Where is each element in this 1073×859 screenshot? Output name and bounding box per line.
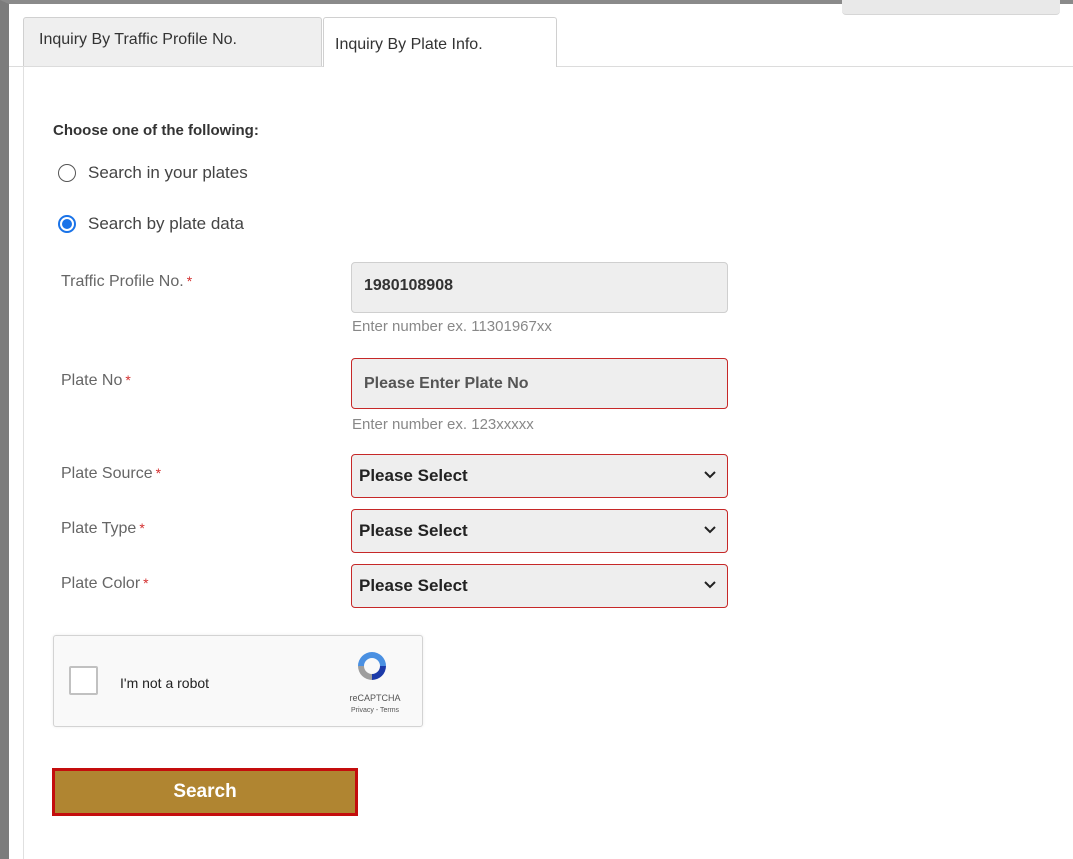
recaptcha-brand: reCAPTCHA — [349, 693, 401, 703]
option-label: Search by plate data — [88, 214, 244, 233]
plate-type-select[interactable]: Please Select — [351, 509, 728, 553]
required-mark: * — [125, 372, 131, 388]
required-mark: * — [186, 273, 193, 289]
radio-search-plate-data[interactable] — [58, 215, 76, 233]
plate-source-select[interactable]: Please Select — [351, 454, 728, 498]
plate-source-value: Please Select — [359, 466, 468, 485]
traffic-profile-hint: Enter number ex. 11301967xx — [352, 318, 552, 335]
option-search-plate-data[interactable]: Search by plate data — [58, 214, 244, 234]
plate-type-label-text: Plate Type — [61, 520, 137, 537]
required-mark: * — [155, 465, 162, 481]
recaptcha-logo-icon — [358, 652, 386, 680]
plate-color-label: Plate Color * — [61, 575, 149, 593]
chevron-down-icon — [704, 471, 716, 479]
option-search-your-plates[interactable]: Search in your plates — [58, 163, 248, 183]
tab-traffic-profile[interactable]: Inquiry By Traffic Profile No. — [23, 17, 322, 66]
traffic-profile-input[interactable]: 1980108908 — [351, 262, 728, 313]
plate-no-hint: Enter number ex. 123xxxxx — [352, 416, 534, 433]
tab-plate-info[interactable]: Inquiry By Plate Info. — [323, 17, 557, 67]
plate-no-label: Plate No * — [61, 372, 131, 390]
radio-search-your-plates[interactable] — [58, 164, 76, 182]
traffic-profile-value: 1980108908 — [364, 277, 453, 294]
plate-no-placeholder: Please Enter Plate No — [364, 375, 529, 392]
recaptcha-checkbox[interactable] — [69, 666, 98, 695]
chevron-down-icon — [704, 526, 716, 534]
plate-source-label-text: Plate Source — [61, 465, 153, 482]
recaptcha-widget: I'm not a robot reCAPTCHA Privacy - Term… — [53, 635, 423, 727]
option-label: Search in your plates — [88, 163, 248, 182]
plate-color-value: Please Select — [359, 576, 468, 595]
required-mark: * — [143, 575, 149, 591]
plate-color-label-text: Plate Color — [61, 575, 141, 592]
traffic-profile-label: Traffic Profile No. * — [61, 273, 192, 291]
traffic-profile-label-text: Traffic Profile No. — [61, 273, 184, 290]
plate-type-label: Plate Type * — [61, 520, 145, 538]
plate-color-select[interactable]: Please Select — [351, 564, 728, 608]
recaptcha-label: I'm not a robot — [120, 675, 210, 691]
plate-source-label: Plate Source * — [61, 465, 161, 483]
plate-type-value: Please Select — [359, 521, 468, 540]
required-mark: * — [139, 520, 145, 536]
recaptcha-links[interactable]: Privacy - Terms — [335, 707, 415, 714]
search-button[interactable]: Search — [52, 768, 358, 816]
chevron-down-icon — [704, 581, 716, 589]
plate-no-label-text: Plate No — [61, 372, 123, 389]
form-heading: Choose one of the following: — [53, 122, 259, 139]
tab-bar: Inquiry By Traffic Profile No. Inquiry B… — [9, 4, 1073, 67]
plate-no-input[interactable]: Please Enter Plate No — [351, 358, 728, 409]
